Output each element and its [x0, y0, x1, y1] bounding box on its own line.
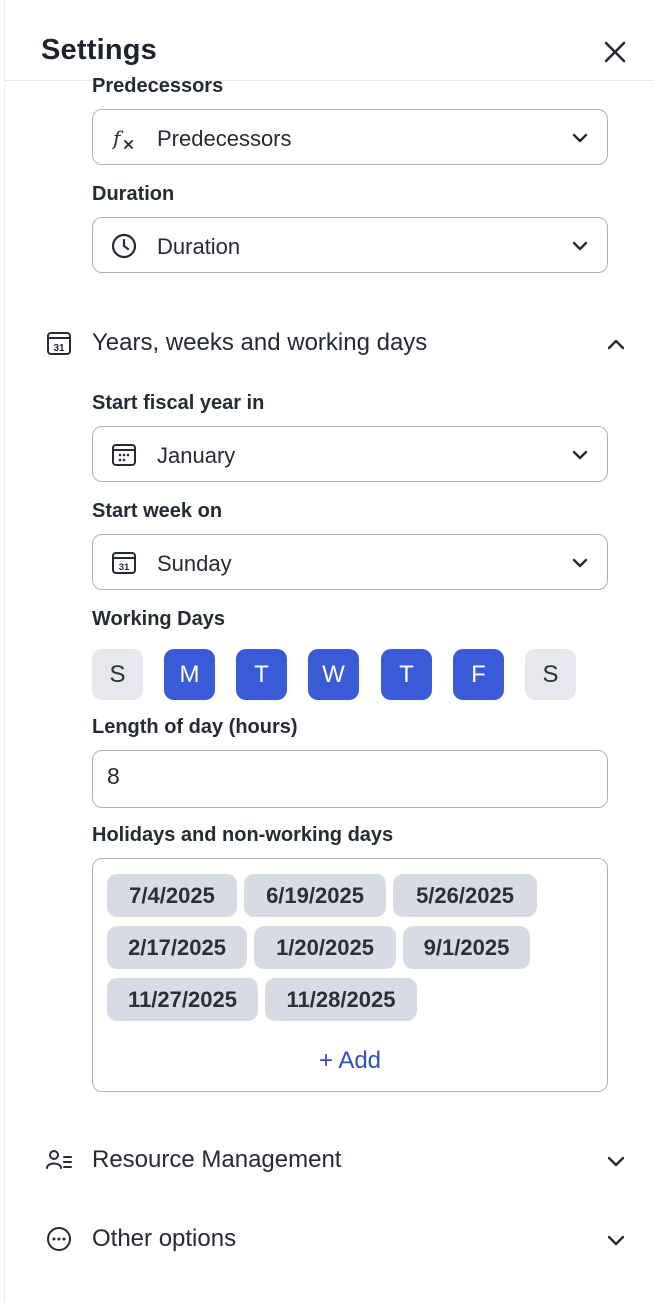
- settings-panel: Settings Predecessors f Predecessors Dur…: [4, 0, 654, 1302]
- duration-label: Duration: [92, 183, 175, 205]
- calendar-icon: 31: [47, 332, 71, 355]
- section-resource-title: Resource Management: [92, 1146, 342, 1173]
- section-other-title: Other options: [92, 1225, 237, 1252]
- start-fiscal-value: January: [157, 443, 236, 468]
- calendar-dots-icon: [112, 444, 136, 466]
- svg-text:31: 31: [119, 562, 130, 573]
- holiday-chip[interactable]: 6/19/2025: [244, 874, 386, 917]
- section-years-header[interactable]: 31 Years, weeks and working days: [45, 323, 635, 363]
- day-toggle-wed[interactable]: W: [308, 649, 359, 700]
- predecessors-label: Predecessors: [92, 75, 224, 97]
- day-length-label: Length of day (hours): [92, 716, 298, 738]
- more-circle-icon: [47, 1227, 71, 1251]
- user-list-icon: [46, 1150, 72, 1169]
- page-title: Settings: [41, 34, 157, 66]
- holidays-box: 7/4/2025 6/19/2025 5/26/2025 2/17/2025 1…: [92, 858, 608, 1092]
- holiday-chip[interactable]: 1/20/2025: [254, 926, 396, 969]
- chevron-down-icon: [572, 241, 588, 251]
- clock-icon: [111, 233, 137, 259]
- settings-header: Settings: [5, 0, 654, 81]
- section-resource-header[interactable]: Resource Management: [45, 1140, 635, 1180]
- section-years-title: Years, weeks and working days: [92, 329, 428, 356]
- chevron-down-icon: [607, 1235, 625, 1246]
- day-toggle-tue[interactable]: T: [236, 649, 287, 700]
- start-week-select[interactable]: 31 Sunday: [92, 534, 608, 590]
- calendar-icon: 31: [112, 552, 136, 574]
- close-icon: [604, 41, 626, 63]
- formula-icon: f: [111, 126, 133, 150]
- holiday-chip[interactable]: 7/4/2025: [107, 874, 237, 917]
- day-toggle-thu[interactable]: T: [381, 649, 432, 700]
- holiday-chip[interactable]: 11/28/2025: [265, 978, 417, 1021]
- chevron-up-icon: [607, 339, 625, 350]
- predecessors-select[interactable]: f Predecessors: [92, 109, 608, 165]
- day-toggle-mon[interactable]: M: [164, 649, 215, 700]
- duration-select[interactable]: Duration: [92, 217, 608, 273]
- day-toggle-sun[interactable]: S: [92, 649, 143, 700]
- add-holiday-button[interactable]: + Add: [93, 1047, 607, 1075]
- holiday-chip[interactable]: 2/17/2025: [107, 926, 247, 969]
- svg-text:31: 31: [53, 343, 65, 354]
- chevron-down-icon: [572, 133, 588, 143]
- holiday-chip[interactable]: 5/26/2025: [393, 874, 537, 917]
- close-button[interactable]: [601, 38, 629, 66]
- chevron-down-icon: [607, 1156, 625, 1167]
- day-toggle-sat[interactable]: S: [525, 649, 576, 700]
- start-fiscal-label: Start fiscal year in: [92, 392, 265, 414]
- predecessors-value: Predecessors: [157, 126, 292, 151]
- holiday-chip[interactable]: 9/1/2025: [403, 926, 530, 969]
- duration-value: Duration: [157, 234, 241, 259]
- chevron-down-icon: [572, 558, 588, 568]
- section-other-header[interactable]: Other options: [45, 1219, 635, 1259]
- working-days-toggles: S M T W T F S: [92, 649, 612, 701]
- day-length-input[interactable]: 8: [92, 750, 608, 808]
- svg-text:f: f: [111, 126, 124, 150]
- working-days-label: Working Days: [92, 608, 225, 630]
- start-week-label: Start week on: [92, 500, 223, 522]
- start-week-value: Sunday: [157, 551, 232, 576]
- day-toggle-fri[interactable]: F: [453, 649, 504, 700]
- holidays-label: Holidays and non-working days: [92, 824, 394, 846]
- holiday-chip[interactable]: 11/27/2025: [107, 978, 258, 1021]
- chevron-down-icon: [572, 450, 588, 460]
- start-fiscal-select[interactable]: January: [92, 426, 608, 482]
